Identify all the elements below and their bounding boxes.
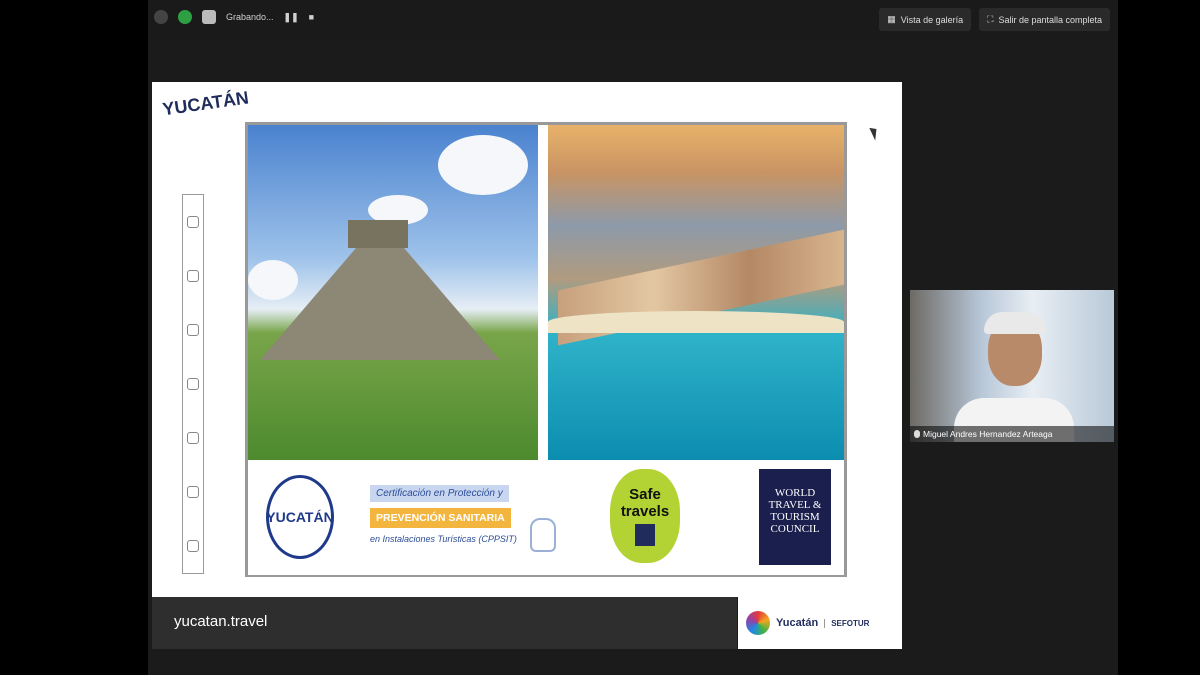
- topbar-right: ▦ Vista de galería ⛶ Salir de pantalla c…: [879, 8, 1110, 31]
- shared-slide: YUCATÁN YUCATÁN Certificación en Protecc…: [152, 82, 902, 597]
- wttc-logo: WORLD TRAVEL & TOURISM COUNCIL: [759, 469, 831, 565]
- participant-video[interactable]: Miguel Andres Hernandez Arteaga: [910, 290, 1114, 442]
- yucatan-logo-text: YUCATÁN: [161, 87, 250, 120]
- meeting-window: Grabando... ❚❚ ■ ▦ Vista de galería ⛶ Sa…: [148, 0, 1118, 675]
- safe-travels-line2: travels: [620, 503, 670, 520]
- government-name: Yucatán: [776, 617, 819, 629]
- exit-fullscreen-label: Salir de pantalla completa: [998, 14, 1102, 25]
- safe-travels-line1: Safe: [629, 486, 661, 503]
- stop-recording-icon[interactable]: ■: [309, 12, 314, 22]
- mouse-cursor-icon: [869, 125, 881, 141]
- exit-fullscreen-icon: ⛶: [987, 14, 994, 24]
- participant-cap: [984, 312, 1046, 334]
- cloud: [438, 135, 528, 195]
- pause-recording-icon[interactable]: ❚❚: [284, 12, 299, 23]
- decorative-icon: [187, 432, 199, 444]
- participant-label: Miguel Andres Hernandez Arteaga: [910, 426, 1114, 442]
- certification-seal: YUCATÁN: [266, 475, 334, 559]
- decorative-icon: [187, 324, 199, 336]
- flower-logo-icon: [746, 611, 770, 635]
- hand-icon: [530, 518, 556, 552]
- beach-shape: [548, 311, 844, 333]
- meeting-topbar: Grabando... ❚❚ ■ ▦ Vista de galería ⛶ Sa…: [148, 0, 1118, 40]
- beach-photo: [548, 125, 844, 460]
- shield-icon[interactable]: [178, 10, 192, 24]
- certification-seal-text: YUCATÁN: [266, 509, 334, 525]
- certification-line1: Certificación en Protección y: [370, 485, 509, 502]
- wttc-line2: TRAVEL &: [768, 499, 822, 511]
- pyramid-photo: [248, 125, 538, 460]
- decorative-icon: [187, 486, 199, 498]
- microphone-icon: [914, 430, 920, 438]
- wttc-line4: COUNCIL: [770, 523, 820, 535]
- temple-shape: [348, 220, 408, 248]
- participant-name: Miguel Andres Hernandez Arteaga: [923, 429, 1053, 439]
- wttc-mini-icon: [635, 524, 655, 546]
- decorative-icon: [187, 540, 199, 552]
- slide-side-icons: [182, 194, 204, 574]
- certification-line2: PREVENCIÓN SANITARIA: [370, 508, 511, 528]
- government-agency: SEFOTUR: [824, 618, 869, 628]
- exit-fullscreen-button[interactable]: ⛶ Salir de pantalla completa: [979, 8, 1110, 31]
- recording-label: Grabando...: [226, 12, 274, 22]
- wttc-line3: TOURISM: [770, 511, 820, 523]
- certification-text: Certificación en Protección y PREVENCIÓN…: [370, 483, 545, 544]
- slide-footer: yucatan.travel: [152, 597, 737, 649]
- recording-icon: [202, 10, 216, 24]
- grid-icon: ▦: [887, 14, 896, 24]
- decorative-icon: [187, 270, 199, 282]
- gallery-view-button[interactable]: ▦ Vista de galería: [879, 8, 972, 31]
- government-logo: Yucatán SEFOTUR: [738, 597, 902, 649]
- slide-photo-frame: YUCATÁN Certificación en Protección y PR…: [245, 122, 847, 577]
- topbar-left: Grabando... ❚❚ ■: [154, 10, 314, 24]
- info-icon[interactable]: [154, 10, 168, 24]
- decorative-icon: [187, 378, 199, 390]
- safe-travels-badge: Safe travels: [610, 469, 680, 563]
- website-url: yucatan.travel: [174, 613, 268, 630]
- decorative-icon: [187, 216, 199, 228]
- certification-line3: en Instalaciones Turísticas (CPPSIT): [370, 534, 517, 544]
- wttc-line1: WORLD: [774, 487, 816, 499]
- certification-logos: YUCATÁN Certificación en Protección y PR…: [248, 463, 844, 575]
- yucatan-logo: YUCATÁN: [161, 87, 250, 170]
- gallery-view-label: Vista de galería: [900, 14, 964, 25]
